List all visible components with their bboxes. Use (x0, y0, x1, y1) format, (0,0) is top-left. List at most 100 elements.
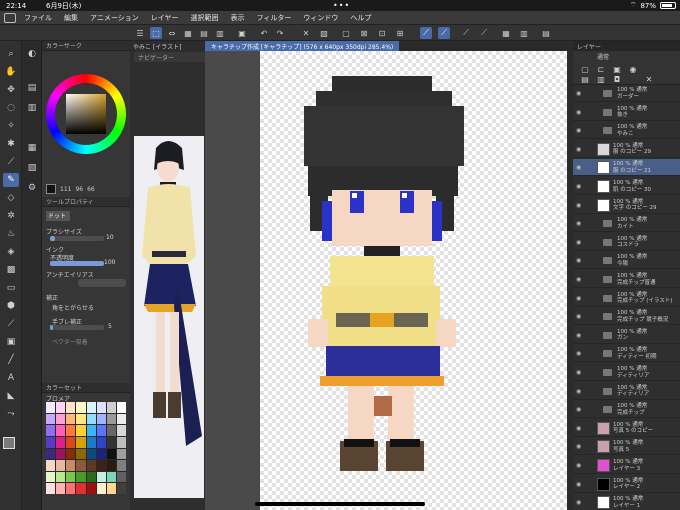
visibility-eye-icon[interactable]: ◉ (576, 388, 582, 395)
visibility-eye-icon[interactable]: ◉ (576, 127, 582, 134)
palette-swatch[interactable] (46, 460, 56, 471)
history-icon[interactable]: ▤ (24, 81, 40, 95)
menu-selection[interactable]: 選択範囲 (191, 13, 219, 23)
canvas[interactable] (260, 51, 567, 510)
brush-list-icon[interactable]: ▦ (24, 141, 40, 155)
palette-swatch[interactable] (116, 436, 126, 448)
visibility-eye-icon[interactable]: ◉ (576, 462, 582, 469)
layer-row[interactable]: ◉ 100 % 通常 コスドラ (573, 234, 680, 251)
palette-swatch[interactable] (76, 483, 86, 494)
shape-icon[interactable]: ▣ (3, 335, 19, 349)
visibility-eye-icon[interactable]: ◉ (576, 202, 582, 209)
layer-row[interactable]: ◉ 100 % 通常 レイヤー 1 (573, 494, 680, 510)
palette-swatch[interactable] (116, 448, 126, 460)
navigator-title[interactable]: ナビゲーター (138, 53, 174, 62)
palette-swatch[interactable] (96, 448, 106, 460)
snap-icon[interactable]: ⟋ (478, 27, 490, 39)
ruler-tool-icon[interactable]: ⟋ (3, 317, 19, 331)
palette-swatch[interactable] (66, 402, 76, 413)
palette-swatch[interactable] (66, 460, 76, 471)
palette-swatch[interactable] (66, 413, 76, 425)
snap-grid-icon[interactable]: ⟋ (460, 27, 472, 39)
palette-swatch[interactable] (106, 483, 116, 494)
move-icon[interactable]: ✥ (3, 83, 19, 97)
saturation-value-square[interactable] (66, 94, 106, 134)
visibility-eye-icon[interactable]: ◉ (576, 276, 582, 283)
palette-swatch[interactable] (56, 460, 66, 471)
palette-swatch[interactable] (86, 483, 96, 494)
undo-icon[interactable]: ↶ (258, 27, 270, 39)
correct-line-icon[interactable]: ⤳ (3, 407, 19, 421)
layer-row[interactable]: ◉ 100 % 通常 ディティリア (573, 364, 680, 381)
menu-layer[interactable]: レイヤー (151, 13, 179, 23)
layer-row[interactable]: ◉ 100 % 通常 抜き (573, 104, 680, 121)
layer-row[interactable]: ◉ 100 % 通常 カイト (573, 215, 680, 233)
color-wheel[interactable] (46, 74, 126, 154)
snap-special-icon[interactable]: ⟋ (438, 27, 450, 39)
layer-row[interactable]: ◉ 100 % 通常 文字 のコピー 29 (573, 197, 680, 214)
visibility-eye-icon[interactable]: ◉ (576, 350, 582, 357)
color-palette[interactable] (46, 402, 126, 494)
visibility-eye-icon[interactable]: ◉ (576, 239, 582, 246)
palette-swatch[interactable] (46, 425, 56, 436)
palette-swatch[interactable] (116, 483, 126, 494)
text-icon[interactable]: A (3, 371, 19, 385)
palette-swatch[interactable] (106, 436, 116, 448)
visibility-eye-icon[interactable]: ◉ (576, 332, 582, 339)
palette-swatch[interactable] (96, 436, 106, 448)
palette-swatch[interactable] (96, 413, 106, 425)
menu-animation[interactable]: アニメーション (90, 13, 139, 23)
palette-swatch[interactable] (56, 448, 66, 460)
hand-icon[interactable]: ✋ (3, 65, 19, 79)
settings-icon[interactable]: ⚙ (24, 181, 40, 195)
zoom-fit-icon[interactable]: ▤ (540, 27, 552, 39)
invert-icon[interactable]: ⊡ (376, 27, 388, 39)
hamburger-icon[interactable]: ☰ (134, 27, 146, 39)
palette-swatch[interactable] (106, 413, 116, 425)
frame-icon[interactable]: ⬢ (3, 299, 19, 313)
palette-swatch[interactable] (46, 471, 56, 483)
palette-swatch[interactable] (106, 425, 116, 436)
layer-mode-icon[interactable]: ▥ (214, 27, 226, 39)
palette-swatch[interactable] (66, 483, 76, 494)
brush-size-slider[interactable] (50, 236, 104, 241)
current-color-tile[interactable] (46, 184, 56, 194)
auto-select-icon[interactable]: ✧ (3, 119, 19, 133)
palette-swatch[interactable] (46, 448, 56, 460)
palette-swatch[interactable] (56, 471, 66, 483)
palette-swatch[interactable] (76, 436, 86, 448)
palette-swatch[interactable] (116, 413, 126, 425)
visibility-eye-icon[interactable]: ◉ (576, 313, 582, 320)
selection-mode-icon[interactable]: ⬚ (150, 27, 162, 39)
clear-icon[interactable]: ✕ (300, 27, 312, 39)
layer-row[interactable]: ◉ 100 % 通常 完成チップ 競子概況 (573, 308, 680, 326)
palette-swatch[interactable] (46, 436, 56, 448)
layer-row[interactable]: ◉ 100 % 通常 今陽 (573, 252, 680, 270)
new-layer-icon[interactable]: ▤ (579, 73, 591, 85)
palette-swatch[interactable] (96, 471, 106, 483)
visibility-eye-icon[interactable]: ◉ (576, 295, 582, 302)
vector-snap-label[interactable]: ベクター吸着 (52, 337, 88, 346)
sub-tool-icon[interactable]: ▥ (24, 101, 40, 115)
fill-icon[interactable]: ▧ (318, 27, 330, 39)
antialias-selector[interactable] (78, 279, 126, 287)
visibility-eye-icon[interactable]: ◉ (576, 183, 582, 190)
menu-window[interactable]: ウィンドウ (303, 13, 338, 23)
grid-icon[interactable]: ▦ (182, 27, 194, 39)
visibility-eye-icon[interactable]: ◉ (576, 425, 582, 432)
palette-swatch[interactable] (106, 448, 116, 460)
palette-swatch[interactable] (76, 413, 86, 425)
eraser-icon[interactable]: ◇ (3, 191, 19, 205)
layer-row[interactable]: ◉ 100 % 通常服 のコピー 29 (573, 141, 680, 158)
new-folder-icon[interactable]: ▥ (595, 73, 607, 85)
palette-swatch[interactable] (46, 413, 56, 425)
gradient-icon[interactable]: ▩ (3, 263, 19, 277)
lasso-icon[interactable]: ◌ (3, 101, 19, 115)
palette-swatch[interactable] (106, 460, 116, 471)
reference-tab[interactable]: やみこ [イラスト] (133, 42, 181, 51)
palette-swatch[interactable] (56, 483, 66, 494)
layer-row[interactable]: ◉ 100 % 通常 完成チップ普通 (573, 271, 680, 288)
transform-icon[interactable]: ⇔ (166, 27, 178, 39)
palette-swatch[interactable] (96, 483, 106, 494)
visibility-eye-icon[interactable]: ◉ (576, 481, 582, 488)
